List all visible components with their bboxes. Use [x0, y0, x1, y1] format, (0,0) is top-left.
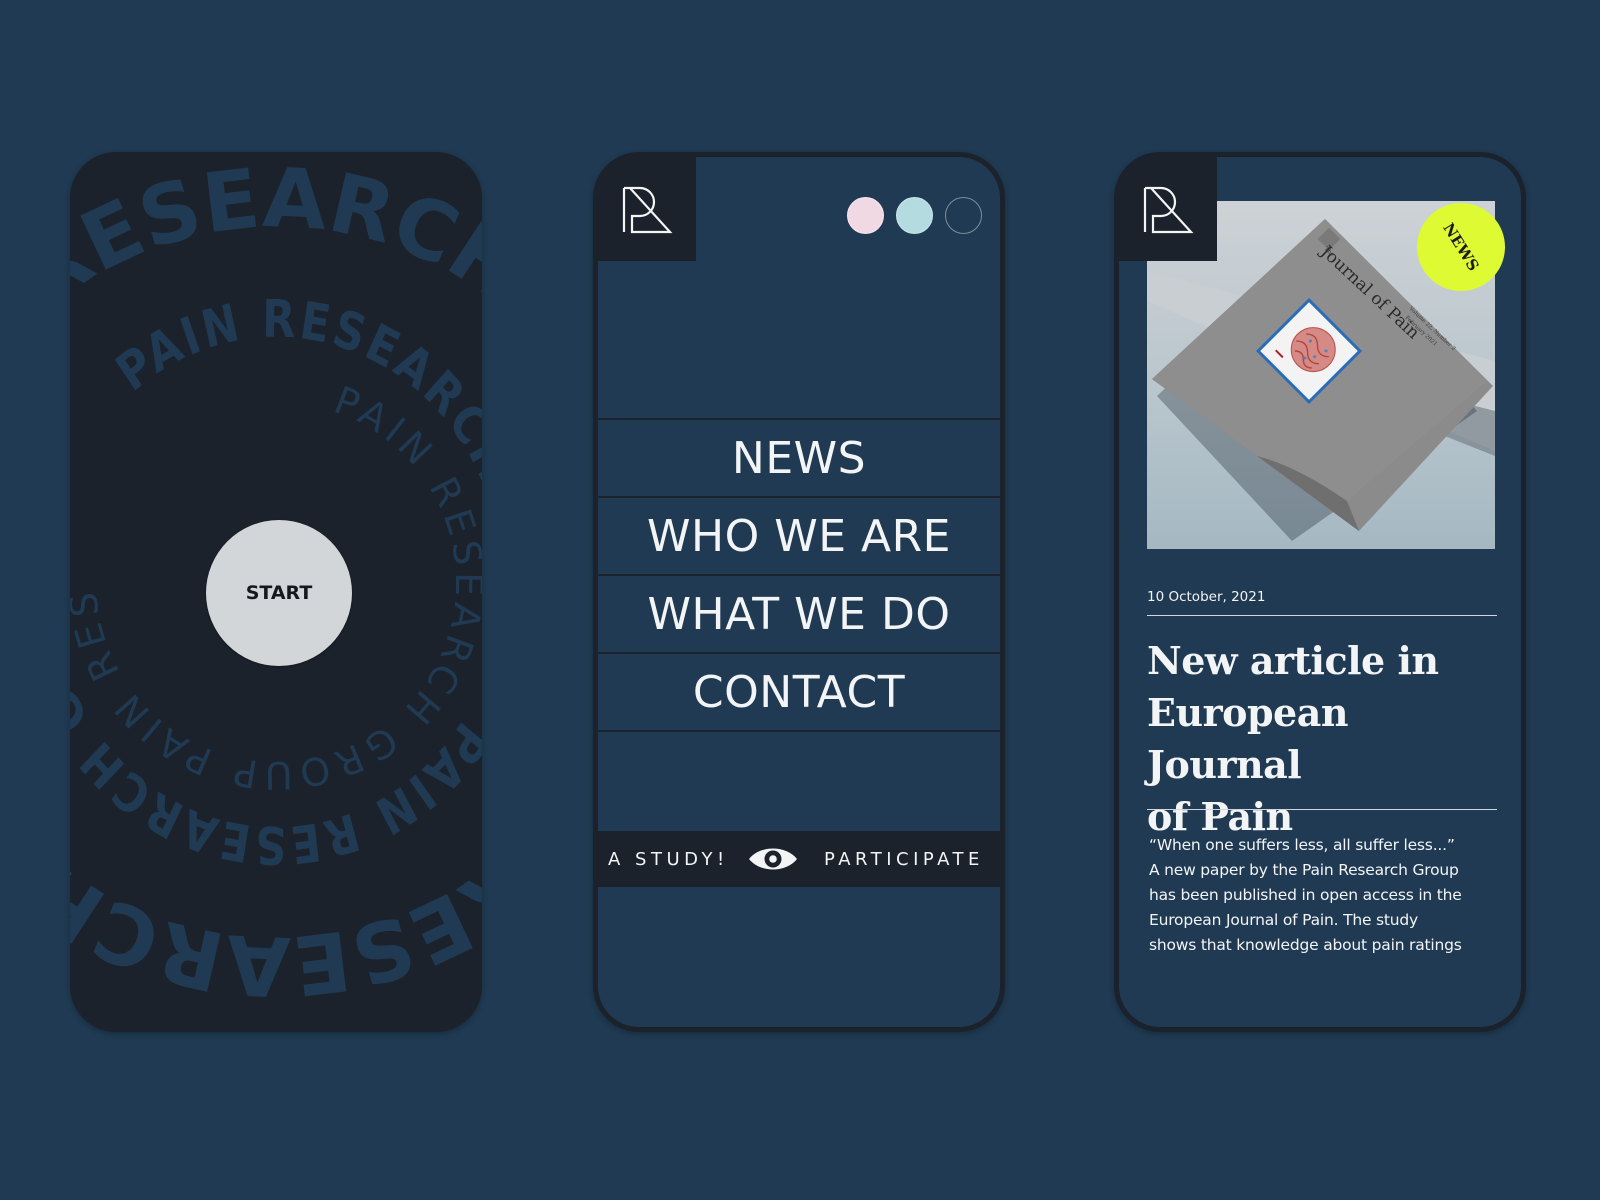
start-button[interactable]: START: [206, 520, 352, 666]
eye-icon: [749, 848, 797, 870]
excerpt-line: “When one suffers less, all suffer less.…: [1149, 836, 1455, 854]
start-screen-phone: PAIN RESEARCH GROUP PAIN RESEARCH GROUP …: [70, 152, 482, 1032]
article-excerpt: “When one suffers less, all suffer less.…: [1149, 833, 1509, 958]
menu-item-contact[interactable]: CONTACT: [598, 654, 1000, 732]
pr-logo-icon: [1143, 186, 1194, 234]
date-divider: [1147, 615, 1497, 616]
menu-item-who-we-are[interactable]: WHO WE ARE: [598, 498, 1000, 576]
excerpt-line: shows that knowledge about pain ratings: [1149, 936, 1462, 954]
participate-study-banner[interactable]: A STUDY! PARTICIPATE: [598, 831, 1000, 887]
color-theme-switcher: [847, 197, 982, 234]
main-menu: NEWS WHO WE ARE WHAT WE DO CONTACT: [598, 418, 1000, 732]
logo[interactable]: [1119, 157, 1217, 261]
menu-screen-phone: NEWS WHO WE ARE WHAT WE DO CONTACT A STU…: [593, 152, 1005, 1032]
article-title[interactable]: New article in European Journal of Pain: [1147, 635, 1497, 843]
participate-label: PARTICIPATE: [824, 848, 984, 870]
menu-item-news[interactable]: NEWS: [598, 420, 1000, 498]
study-label: A STUDY!: [608, 848, 729, 870]
excerpt-line: A new paper by the Pain Research Group: [1149, 861, 1459, 879]
theme-swatch-teal[interactable]: [896, 197, 933, 234]
title-divider: [1147, 809, 1497, 810]
menu-item-what-we-do[interactable]: WHAT WE DO: [598, 576, 1000, 654]
theme-swatch-pink[interactable]: [847, 197, 884, 234]
excerpt-line: European Journal of Pain. The study: [1149, 911, 1419, 929]
article-date: 10 October, 2021: [1147, 589, 1266, 605]
news-screen-phone: Journal of Pain The Volume 22, Number 2 …: [1114, 152, 1526, 1032]
pr-logo-icon: [622, 186, 673, 234]
excerpt-line: has been published in open access in the: [1149, 886, 1462, 904]
article-title-line: European Journal: [1147, 690, 1348, 787]
logo[interactable]: [598, 157, 696, 261]
theme-swatch-dark[interactable]: [945, 197, 982, 234]
article-title-line: New article in: [1147, 638, 1439, 683]
